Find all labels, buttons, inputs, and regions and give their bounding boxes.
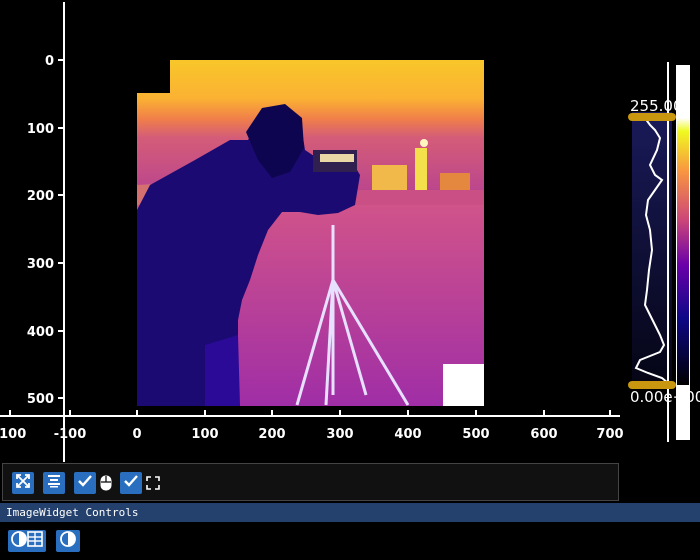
y-tick-label: 500 (27, 392, 54, 407)
contrast-icon (59, 530, 77, 552)
roi-checkbox[interactable] (120, 472, 142, 494)
y-tick-label: 100 (27, 122, 54, 137)
x-tick-label: 100 (191, 427, 218, 442)
controls-panel-title: ImageWidget Controls (0, 503, 700, 522)
invert-contrast-button[interactable] (56, 530, 80, 552)
y-tick-label: 0 (45, 54, 54, 69)
colormap-toggle-icon (10, 530, 44, 552)
min-level-label: 0.00e+00 (630, 388, 700, 406)
max-level-label: 255.00 (630, 97, 683, 115)
y-tick-label: 300 (27, 257, 54, 272)
x-tick-label: 300 (326, 427, 353, 442)
checkmark-icon (77, 473, 93, 493)
x-tick-label: 600 (530, 427, 557, 442)
histogram-lut[interactable]: 255.00 0.00e+00 (628, 62, 700, 442)
image-plot[interactable]: -100 -100 0 100 200 300 400 500 600 700 0 100 200 300… (0, 0, 700, 462)
auto-range-button[interactable] (12, 472, 34, 494)
align-center-button[interactable] (43, 472, 65, 494)
checkmark-icon (123, 473, 139, 493)
y-tick-label: 400 (27, 325, 54, 340)
plot-toolbar (2, 463, 619, 501)
x-tick-label: 0 (132, 427, 141, 442)
x-tick-label: 200 (258, 427, 285, 442)
mouse-icon (97, 472, 115, 494)
x-tick-label: 500 (462, 427, 489, 442)
y-tick-label: 200 (27, 189, 54, 204)
colorbar-gradient (677, 118, 689, 385)
x-tick-label: -100 (54, 427, 87, 442)
mouse-mode-checkbox[interactable] (74, 472, 96, 494)
colormap-button[interactable] (8, 530, 46, 552)
controls-panel (0, 522, 700, 560)
cameraman-image (137, 60, 484, 406)
x-tick-label: -100 (0, 427, 26, 442)
x-tick-label: 700 (596, 427, 623, 442)
align-center-icon (46, 473, 62, 493)
expand-arrows-icon (15, 473, 31, 493)
fullscreen-frame-icon (144, 472, 162, 494)
x-tick-label: 400 (394, 427, 421, 442)
